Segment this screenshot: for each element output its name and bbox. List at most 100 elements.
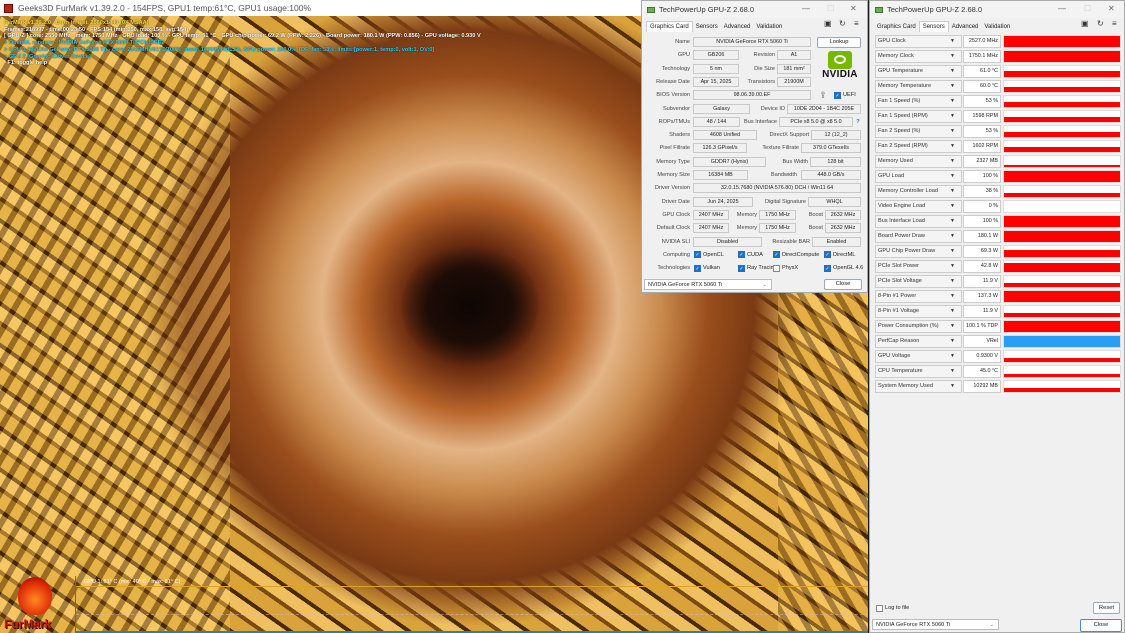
sensor-value: 0 % bbox=[963, 200, 1001, 213]
checkbox-physx[interactable]: PhysX bbox=[773, 263, 798, 273]
close-icon[interactable]: ✕ bbox=[850, 4, 857, 13]
minimize-icon[interactable]: — bbox=[802, 4, 810, 13]
dropdown-arrow-icon: ▼ bbox=[950, 278, 955, 284]
checkbox-directcompute[interactable]: ✓ DirectCompute bbox=[773, 250, 819, 260]
sensor-name-dropdown[interactable]: 8-Pin #1 Voltage ▼ bbox=[875, 305, 962, 318]
sensor-graph bbox=[1003, 290, 1121, 303]
tab-graphics-card[interactable]: Graphics Card bbox=[646, 21, 693, 32]
tab-validation[interactable]: Validation bbox=[981, 22, 1013, 32]
maximize-icon[interactable]: ☐ bbox=[827, 4, 834, 13]
dropdown-arrow-icon: ▼ bbox=[950, 203, 955, 209]
gpu-select-dropdown[interactable]: NVIDIA GeForce RTX 5060 Ti ⌄ bbox=[872, 619, 999, 630]
sensor-value: 2527.0 MHz bbox=[963, 35, 1001, 48]
furmark-logo-text: FurMark bbox=[4, 617, 52, 631]
tab-sensors[interactable]: Sensors bbox=[918, 21, 949, 32]
checkbox-box[interactable]: ✓ bbox=[824, 251, 831, 259]
tab-advanced[interactable]: Advanced bbox=[949, 22, 982, 32]
menu-icon[interactable]: ≡ bbox=[854, 19, 859, 28]
tab-sensors[interactable]: Sensors bbox=[693, 22, 721, 32]
checkbox-ray-tracing[interactable]: ✓ Ray Tracing bbox=[738, 263, 777, 273]
sensor-name-dropdown[interactable]: Video Engine Load ▼ bbox=[875, 200, 962, 213]
dropdown-arrow-icon: ▼ bbox=[950, 263, 955, 269]
sensor-name-dropdown[interactable]: Fan 2 Speed (%) ▼ bbox=[875, 125, 962, 138]
checkbox-box[interactable] bbox=[876, 604, 883, 612]
gpu-select-dropdown[interactable]: NVIDIA GeForce RTX 5060 Ti ⌄ bbox=[644, 279, 772, 290]
sensor-name-dropdown[interactable]: Power Consumption (%) ▼ bbox=[875, 320, 962, 333]
field-value: 10DE 2D04 - 1B4C 205E bbox=[787, 103, 861, 114]
refresh-icon[interactable]: ↻ bbox=[839, 19, 846, 28]
checkbox-box[interactable]: ✓ bbox=[824, 264, 831, 272]
sensor-graph-bar bbox=[1004, 51, 1120, 62]
sensor-name-dropdown[interactable]: Memory Clock ▼ bbox=[875, 50, 962, 63]
checkbox-box[interactable]: ✓ bbox=[773, 251, 780, 259]
checkbox-vulkan[interactable]: ✓ Vulkan bbox=[694, 263, 720, 273]
checkbox-box[interactable]: ✓ bbox=[694, 264, 701, 272]
sensor-name-dropdown[interactable]: GPU Temperature ▼ bbox=[875, 65, 962, 78]
sensor-row: GPU Clock ▼ 2527.0 MHz bbox=[875, 35, 1121, 48]
checkbox-box[interactable] bbox=[773, 264, 780, 272]
sensor-name-dropdown[interactable]: Memory Temperature ▼ bbox=[875, 80, 962, 93]
gpuz-graphics-card-window: TechPowerUp GPU-Z 2.68.0 — ☐ ✕ Graphics … bbox=[641, 0, 868, 293]
field-value: 32.0.15.7680 (NVIDIA 576.80) DCH / Win11… bbox=[693, 183, 861, 194]
sensor-value: 1598 RPM bbox=[963, 110, 1001, 123]
field-label: BIOS Version bbox=[656, 92, 690, 99]
sensor-name-dropdown[interactable]: PCIe Slot Power ▼ bbox=[875, 260, 962, 273]
checkbox-opengl-4-6[interactable]: ✓ OpenGL 4.6 bbox=[824, 263, 863, 273]
camera-icon[interactable]: ▣ bbox=[824, 19, 832, 28]
checkbox-directml[interactable]: ✓ DirectML bbox=[824, 250, 855, 260]
menu-icon[interactable]: ≡ bbox=[1112, 19, 1117, 28]
checkbox-cuda[interactable]: ✓ CUDA bbox=[738, 250, 763, 260]
field-value: A1 bbox=[777, 50, 811, 61]
tab-graphics-card[interactable]: Graphics Card bbox=[874, 22, 919, 32]
tab-validation[interactable]: Validation bbox=[753, 22, 785, 32]
checkbox-box[interactable]: ✓ bbox=[834, 91, 841, 99]
sensor-name-dropdown[interactable]: System Memory Used ▼ bbox=[875, 380, 962, 393]
checkbox-box[interactable]: ✓ bbox=[694, 251, 701, 259]
sensor-name-dropdown[interactable]: Memory Controller Load ▼ bbox=[875, 185, 962, 198]
share-icon[interactable]: ⇪ bbox=[816, 90, 830, 100]
log-to-file-checkbox[interactable]: Log to file bbox=[876, 603, 909, 613]
nvidia-logo: NVIDIA bbox=[818, 51, 862, 85]
sensor-name-dropdown[interactable]: GPU Voltage ▼ bbox=[875, 350, 962, 363]
field-label: Texture Fillrate bbox=[762, 145, 799, 152]
close-icon[interactable]: ✕ bbox=[1108, 4, 1115, 13]
sensor-name-dropdown[interactable]: Fan 1 Speed (%) ▼ bbox=[875, 95, 962, 108]
close-button[interactable]: Close bbox=[824, 279, 862, 290]
furmark-flame-icon bbox=[18, 577, 52, 615]
checkbox-label: DirectCompute bbox=[782, 251, 820, 258]
help-icon[interactable]: ? bbox=[855, 117, 861, 127]
sensor-name-dropdown[interactable]: GPU Load ▼ bbox=[875, 170, 962, 183]
checkbox-box[interactable]: ✓ bbox=[738, 264, 745, 272]
checkbox-opencl[interactable]: ✓ OpenCL bbox=[694, 250, 724, 260]
sensor-name-dropdown[interactable]: GPU Clock ▼ bbox=[875, 35, 962, 48]
camera-icon[interactable]: ▣ bbox=[1081, 19, 1089, 28]
graph-gridline bbox=[76, 614, 868, 615]
sensor-name-dropdown[interactable]: Memory Used ▼ bbox=[875, 155, 962, 168]
sensor-name-dropdown[interactable]: Fan 2 Speed (RPM) ▼ bbox=[875, 140, 962, 153]
sensor-graph-bar bbox=[1004, 313, 1120, 317]
sensor-name-dropdown[interactable]: Fan 1 Speed (RPM) ▼ bbox=[875, 110, 962, 123]
sensor-name: Fan 2 Speed (%) bbox=[878, 128, 921, 134]
sensor-name-dropdown[interactable]: GPU Chip Power Draw ▼ bbox=[875, 245, 962, 258]
sensor-value: 180.1 W bbox=[963, 230, 1001, 243]
refresh-icon[interactable]: ↻ bbox=[1097, 19, 1104, 28]
checkbox-box[interactable]: ✓ bbox=[738, 251, 745, 259]
sensor-name-dropdown[interactable]: Bus Interface Load ▼ bbox=[875, 215, 962, 228]
sensor-name-dropdown[interactable]: 8-Pin #1 Power ▼ bbox=[875, 290, 962, 303]
field-label: Revision bbox=[753, 52, 775, 59]
tab-advanced[interactable]: Advanced bbox=[721, 22, 754, 32]
dropdown-arrow-icon: ▼ bbox=[950, 383, 955, 389]
lookup-button[interactable]: Lookup bbox=[817, 37, 861, 48]
dropdown-arrow-icon: ▼ bbox=[950, 368, 955, 374]
minimize-icon[interactable]: — bbox=[1058, 4, 1066, 13]
reset-button[interactable]: Reset bbox=[1093, 602, 1120, 614]
sensor-name-dropdown[interactable]: CPU Temperature ▼ bbox=[875, 365, 962, 378]
close-button[interactable]: Close bbox=[1080, 619, 1122, 632]
sensor-graph bbox=[1003, 110, 1121, 123]
sensor-name-dropdown[interactable]: PCIe Slot Voltage ▼ bbox=[875, 275, 962, 288]
uefi-checkbox[interactable]: ✓ UEFI bbox=[834, 90, 862, 100]
sensor-name-dropdown[interactable]: Board Power Draw ▼ bbox=[875, 230, 962, 243]
sensor-graph-bar bbox=[1004, 131, 1120, 137]
maximize-icon[interactable]: ☐ bbox=[1084, 4, 1091, 13]
sensor-name-dropdown[interactable]: PerfCap Reason ▼ bbox=[875, 335, 962, 348]
